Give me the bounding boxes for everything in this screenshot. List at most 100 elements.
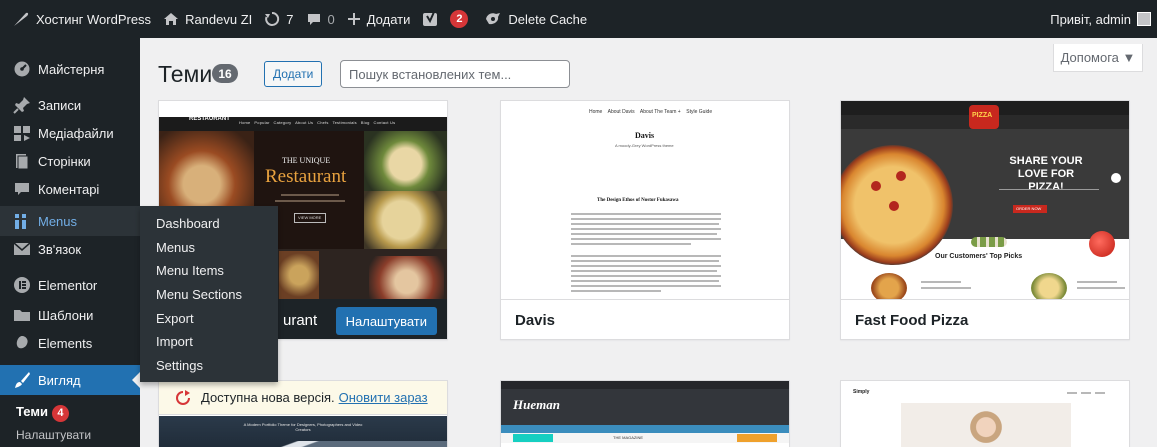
home-icon <box>164 13 179 25</box>
help-tab-button[interactable]: Допомога ▼ <box>1053 44 1143 72</box>
theme-screenshot-hueman[interactable]: Hueman THE MAGAZINE <box>501 381 789 447</box>
theme-card-davis[interactable]: Home About Davis About The Team + Style … <box>500 100 790 340</box>
restaurant-headline: Restaurant <box>265 166 347 187</box>
nav-contact: Contact Us <box>373 120 396 125</box>
theme-screenshot-simple-blog[interactable]: Simply <box>841 381 1129 447</box>
sidebar-item-menus[interactable]: Menus <box>0 206 140 236</box>
delete-cache-label: Delete Cache <box>508 11 588 27</box>
sidebar-item-comments[interactable]: Коментарі <box>0 174 140 204</box>
flyout-export[interactable]: Export <box>156 311 194 326</box>
main-content: Допомога ▼ Теми 16 Додати RESTAURANT Hom… <box>140 38 1157 447</box>
comments-count: 0 <box>327 11 335 27</box>
current-menu-pointer <box>132 372 140 388</box>
account-menu[interactable]: Привіт, admin <box>1044 0 1157 38</box>
comments-link[interactable]: 0 <box>300 0 341 38</box>
comment-bubble-icon <box>307 14 320 25</box>
sidebar-item-appearance[interactable]: Вигляд <box>0 365 140 395</box>
hueman-magazine-label: THE MAGAZINE <box>613 435 644 440</box>
plus-icon <box>347 13 360 25</box>
customize-button[interactable]: Налаштувати <box>335 307 437 335</box>
update-notice: Доступна нова версія. Оновити зараз <box>159 381 447 415</box>
davis-nav-style: Style Guide <box>686 109 713 115</box>
sidebar-item-label: Медіафайли <box>38 125 114 141</box>
add-theme-button[interactable]: Додати <box>264 61 323 87</box>
theme-name-bar-pizza: Fast Food Pizza <box>841 299 1129 339</box>
davis-nav-home: Home <box>589 109 603 115</box>
theme-screenshot-portfolio[interactable]: A Modern Portfolio Theme for Designers, … <box>159 416 447 447</box>
site-menu[interactable]: Хостинг WordPress <box>0 0 157 38</box>
updates-count: 7 <box>286 11 294 27</box>
flyout-settings[interactable]: Settings <box>156 358 203 373</box>
sidebar-item-label: Сторінки <box>38 153 91 169</box>
yoast-icon <box>423 11 438 26</box>
theme-card-simple-blog[interactable]: Simply <box>840 380 1130 447</box>
site-name-link[interactable]: Randevu ZI <box>157 0 258 38</box>
theme-screenshot-davis[interactable]: Home About Davis About The Team + Style … <box>501 101 789 299</box>
elementor-icon <box>12 275 32 295</box>
flyout-pointer <box>132 213 140 229</box>
site-name: Randevu ZI <box>185 11 253 27</box>
sidebar-item-label: Вигляд <box>38 372 81 388</box>
delete-cache-link[interactable]: Delete Cache <box>474 0 593 38</box>
food-photo-bottom-right <box>369 256 444 299</box>
theme-name: Fast Food Pizza <box>855 312 969 329</box>
page-icon <box>12 151 32 171</box>
cache-icon <box>486 13 501 25</box>
restaurant-view-more: VIEW MORE <box>298 215 322 220</box>
simple-blog-portrait <box>969 411 1003 447</box>
restaurant-brand: RESTAURANT <box>189 116 230 122</box>
sidebar-item-dashboard[interactable]: Майстерня <box>0 54 140 84</box>
flyout-menus[interactable]: Menus <box>156 240 195 255</box>
nav-about: About Us <box>295 120 314 125</box>
sidebar-item-media[interactable]: Медіафайли <box>0 118 140 148</box>
sidebar-item-label: Майстерня <box>38 61 105 77</box>
feather-icon <box>14 12 29 26</box>
davis-nav-team: About The Team + <box>639 109 681 115</box>
nav-category: Category <box>273 120 292 125</box>
sidebar-item-templates[interactable]: Шаблони <box>0 300 140 330</box>
sidebar-item-pages[interactable]: Сторінки <box>0 146 140 176</box>
theme-card-fast-food-pizza[interactable]: PIZZA SHARE YOUR LOVE FOR PIZZA! ORDER N… <box>840 100 1130 340</box>
flyout-dashboard[interactable]: Dashboard <box>156 216 220 231</box>
folder-icon <box>12 305 32 325</box>
submenu-customize-label: Налаштувати <box>16 428 92 442</box>
site-menu-label: Хостинг WordPress <box>36 11 152 27</box>
admin-sidebar: Майстерня Записи Медіафайли Сторінки Ком… <box>0 38 140 447</box>
new-content-link[interactable]: Додати <box>341 0 417 38</box>
page-title: Теми <box>158 61 213 87</box>
restaurant-nav: Home Popular Category About Us Chefs Tes… <box>239 120 395 125</box>
theme-name: Davis <box>515 312 556 329</box>
update-now-link[interactable]: Оновити зараз <box>339 390 428 405</box>
updates-link[interactable]: 7 <box>258 0 299 38</box>
flyout-menu-sections[interactable]: Menu Sections <box>156 287 242 302</box>
theme-screenshot-pizza[interactable]: PIZZA SHARE YOUR LOVE FOR PIZZA! ORDER N… <box>841 101 1129 299</box>
portfolio-caption: A Modern Portfolio Theme for Designers, … <box>243 422 363 432</box>
mail-icon <box>12 239 32 259</box>
sidebar-item-posts[interactable]: Записи <box>0 90 140 120</box>
davis-tagline: A moody-Grey WordPress theme <box>615 143 674 148</box>
menus-flyout: Dashboard Menus Menu Items Menu Sections… <box>140 206 278 382</box>
search-themes-input[interactable] <box>340 60 570 88</box>
nav-blog: Blog <box>360 120 370 125</box>
flyout-menu-items[interactable]: Menu Items <box>156 263 224 278</box>
sidebar-item-elementor[interactable]: Elementor <box>0 270 140 300</box>
media-icon <box>12 123 32 143</box>
food-photo-right-top <box>364 131 447 191</box>
submenu-themes-label: Теми <box>16 404 48 419</box>
theme-card-hueman[interactable]: Hueman THE MAGAZINE <box>500 380 790 447</box>
davis-post-heading: The Design Ethos of Nostor Fukasawa <box>597 198 679 203</box>
submenu-themes[interactable]: Теми 4 <box>0 404 140 422</box>
menus-icon <box>12 211 32 231</box>
food-photo-right-bottom <box>364 191 447 249</box>
sidebar-item-contact[interactable]: Зв'язок <box>0 234 140 264</box>
sidebar-item-label: Menus <box>38 213 78 229</box>
yoast-seo-link[interactable]: 2 <box>416 0 474 38</box>
pin-icon <box>12 95 32 115</box>
update-notice-text: Доступна нова версія. <box>201 390 335 405</box>
sidebar-item-elements[interactable]: Elements <box>0 328 140 358</box>
submenu-customize[interactable]: Налаштувати <box>0 428 140 442</box>
sidebar-item-label: Коментарі <box>38 181 100 197</box>
flyout-import[interactable]: Import <box>156 334 193 349</box>
theme-card-update-available[interactable]: Доступна нова версія. Оновити зараз A Mo… <box>158 380 448 447</box>
sidebar-item-label: Elements <box>38 335 93 351</box>
